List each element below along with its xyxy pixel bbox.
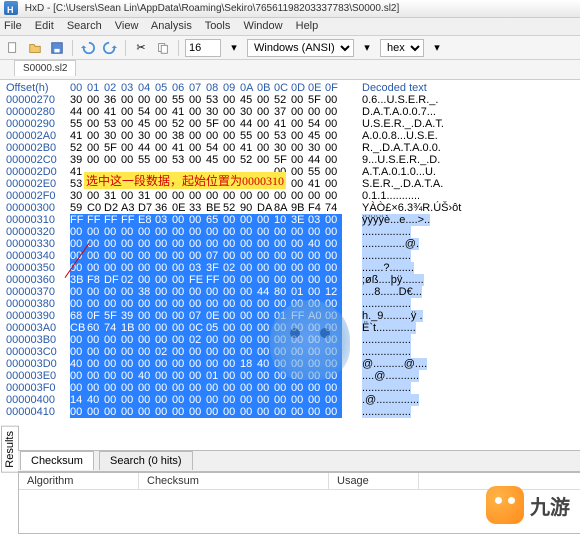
title-bar: HxD - [C:\Users\Sean Lin\AppData\Roaming… — [0, 0, 580, 18]
encoding-select[interactable]: Windows (ANSI) — [247, 39, 354, 57]
hex-row[interactable]: 0000034000000000000000000700000000000000… — [6, 250, 580, 262]
separator — [125, 40, 126, 56]
copy-icon[interactable] — [154, 39, 172, 57]
hex-row[interactable]: 0000027030003600000055005300450052005F00… — [6, 94, 580, 106]
hex-row[interactable]: 00000310FFFFFFFFE803000065000000103E0300… — [6, 214, 580, 226]
menu-search[interactable]: Search — [67, 20, 102, 32]
menu-view[interactable]: View — [115, 20, 139, 32]
menu-file[interactable]: File — [4, 20, 22, 32]
hex-row[interactable]: 000002F030003100310000000000000000000000… — [6, 190, 580, 202]
tab-search[interactable]: Search (0 hits) — [99, 451, 193, 470]
save-icon[interactable] — [48, 39, 66, 57]
dropdown-icon[interactable]: ▾ — [358, 39, 376, 57]
annotation-text: 选中这一段数据，起始位置为0000310 — [84, 172, 286, 189]
cut-icon[interactable]: ✂ — [132, 39, 150, 57]
hex-row[interactable]: 0000030059C0D2A3D7360E33BE5290DA8A9BF474… — [6, 202, 580, 214]
dropdown-icon[interactable]: ▾ — [428, 39, 446, 57]
hex-row[interactable]: 0000032000000000000000000000000000000000… — [6, 226, 580, 238]
open-file-icon[interactable] — [26, 39, 44, 57]
redo-icon[interactable] — [101, 39, 119, 57]
col-usage[interactable]: Usage — [329, 473, 419, 489]
watermark-ghost-icon — [270, 300, 350, 380]
menu-help[interactable]: Help — [296, 20, 319, 32]
col-checksum[interactable]: Checksum — [139, 473, 329, 489]
hex-row[interactable]: 000003F000000000000000000000000000000000… — [6, 382, 580, 394]
app-icon — [4, 1, 18, 15]
hex-row[interactable]: 0000033000000000000000000000000000004000… — [6, 238, 580, 250]
bytes-per-row-input[interactable] — [185, 39, 221, 57]
hex-row[interactable]: 0000029055005300450052005F00440041005400… — [6, 118, 580, 130]
hex-row[interactable]: 000002B052005F00440041005400410030003000… — [6, 142, 580, 154]
hex-row[interactable]: 000002C03900000055005300450052005F004400… — [6, 154, 580, 166]
separator — [178, 40, 179, 56]
viewmode-select[interactable]: hex — [380, 39, 424, 57]
menu-edit[interactable]: Edit — [35, 20, 54, 32]
ninegame-icon — [486, 486, 524, 524]
logo-text: 九游 — [530, 491, 570, 520]
watermark-logo: 九游 — [486, 486, 570, 524]
col-algorithm[interactable]: Algorithm — [19, 473, 139, 489]
hex-row[interactable]: 0000041000000000000000000000000000000000… — [6, 406, 580, 418]
menu-bar: File Edit Search View Analysis Tools Win… — [0, 18, 580, 36]
window-title: HxD - [C:\Users\Sean Lin\AppData\Roaming… — [25, 3, 400, 14]
menu-analysis[interactable]: Analysis — [151, 20, 192, 32]
bottom-tabstrip: Checksum Search (0 hits) — [18, 450, 580, 472]
undo-icon[interactable] — [79, 39, 97, 57]
hex-row[interactable]: 0000028044004100540041003000300037000000… — [6, 106, 580, 118]
hex-row[interactable]: 0000035000000000000000033F02000000000000… — [6, 262, 580, 274]
hex-row[interactable]: 000002A041003000300038000000550053004500… — [6, 130, 580, 142]
stepper-icon[interactable]: ▾ — [225, 39, 243, 57]
hex-row[interactable]: 0000040014400000000000000000000000000000… — [6, 394, 580, 406]
results-side-tab[interactable]: Results — [1, 426, 19, 473]
hex-row[interactable]: 000003603BF8DF02000000FEFF00000000000000… — [6, 274, 580, 286]
toolbar: ✂ ▾ Windows (ANSI) ▾ hex ▾ — [0, 36, 580, 60]
menu-tools[interactable]: Tools — [205, 20, 231, 32]
tab-file[interactable]: S0000.sl2 — [14, 60, 76, 76]
tab-checksum[interactable]: Checksum — [20, 451, 94, 470]
menu-window[interactable]: Window — [243, 20, 282, 32]
hex-row[interactable]: 0000037000000000380000000000004480010012… — [6, 286, 580, 298]
file-tabs: S0000.sl2 — [0, 60, 580, 80]
separator — [72, 40, 73, 56]
new-file-icon[interactable] — [4, 39, 22, 57]
